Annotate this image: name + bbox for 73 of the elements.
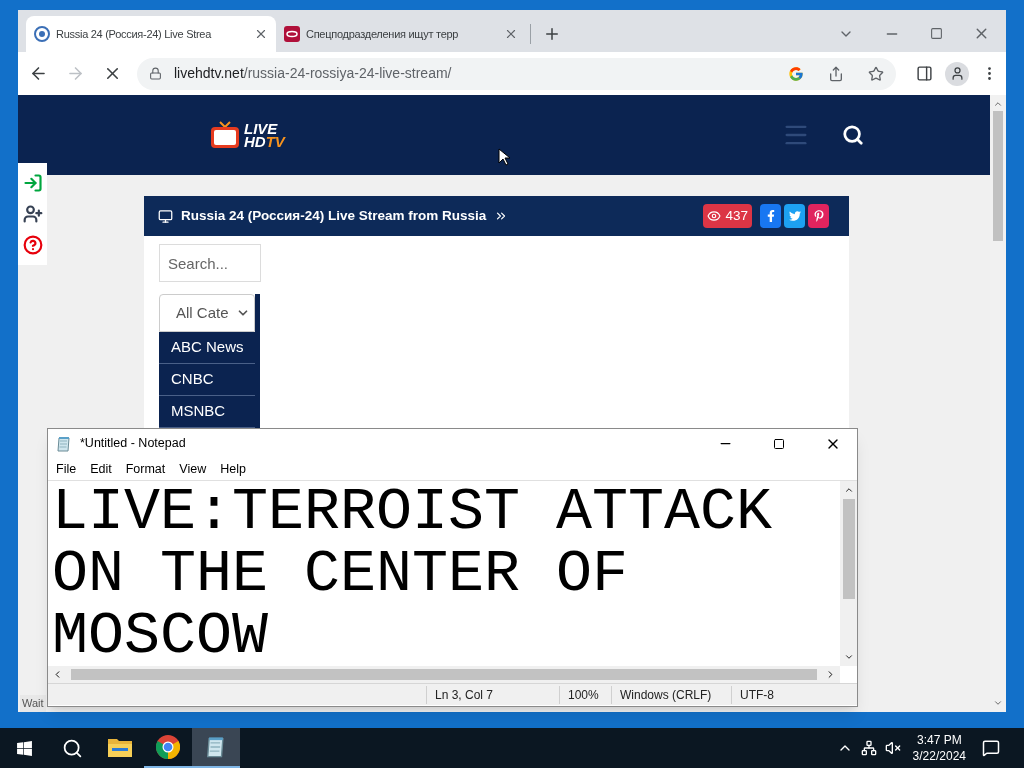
page-title: Russia 24 (Россия-24) Live Stream from Russia xyxy=(181,206,487,225)
status-field: Ln 3, Col 7 xyxy=(426,685,559,704)
view-count: 437 xyxy=(703,204,752,228)
scroll-thumb[interactable] xyxy=(71,669,817,680)
site-logo[interactable]: LIVE HDTV xyxy=(210,120,285,150)
notification-icon[interactable] xyxy=(982,739,1000,757)
clock[interactable]: 3:47 PM 3/22/2024 xyxy=(912,732,966,764)
status-field: 100% xyxy=(559,685,611,704)
network-icon[interactable] xyxy=(860,740,877,756)
scroll-down-icon[interactable] xyxy=(993,698,1003,708)
mouse-pointer-icon xyxy=(498,148,510,166)
taskbar-app[interactable] xyxy=(192,728,240,768)
scroll-up-icon[interactable] xyxy=(993,99,1003,109)
search-icon xyxy=(61,737,83,759)
category-dropdown[interactable]: All Cate xyxy=(159,294,255,332)
scroll-up-icon[interactable] xyxy=(843,485,854,495)
logo-text: HDTV xyxy=(244,135,285,148)
tab-title: Russia 24 (Россия-24) Live Strea xyxy=(56,26,213,42)
menu-item[interactable]: Edit xyxy=(90,459,112,479)
volume-muted-icon[interactable] xyxy=(884,740,901,756)
menu-item[interactable]: View xyxy=(179,459,207,479)
search-field[interactable]: Search... xyxy=(159,244,261,282)
notepad-icon xyxy=(56,435,72,452)
browser-tab[interactable]: Спецподразделения ищут терр xyxy=(276,16,526,52)
url-text: livehdtv.net/russia-24-rossiya-24-live-stream/ xyxy=(174,64,452,83)
news-site-icon xyxy=(284,26,300,42)
login-icon[interactable] xyxy=(22,172,43,193)
side-panel-icon[interactable] xyxy=(916,65,933,82)
share-button[interactable] xyxy=(784,204,805,228)
eye-icon xyxy=(707,209,722,223)
scroll-down-icon[interactable] xyxy=(843,652,854,662)
help-icon[interactable] xyxy=(22,235,43,256)
back-icon[interactable] xyxy=(29,64,48,83)
site-icon xyxy=(34,26,50,42)
maximize-icon[interactable] xyxy=(773,437,785,450)
window-title: *Untitled - Notepad xyxy=(80,435,187,453)
status-field: UTF-8 xyxy=(731,685,831,704)
document-text: LIVE:TERROIST ATTACK ON THE CENTER OF MOSCOW xyxy=(51,481,774,666)
folder-icon xyxy=(108,737,132,757)
browser-tab[interactable]: Russia 24 (Россия-24) Live Strea xyxy=(26,16,276,52)
search-icon[interactable] xyxy=(842,124,864,146)
address-bar[interactable]: livehdtv.net/russia-24-rossiya-24-live-stream/ xyxy=(137,57,896,90)
status-field: Windows (CRLF) xyxy=(611,685,731,704)
status-text: Wait xyxy=(20,695,46,712)
google-icon[interactable] xyxy=(788,65,804,82)
add-user-icon[interactable] xyxy=(22,204,43,224)
share-button[interactable] xyxy=(808,204,829,228)
channel-link[interactable]: CNBC xyxy=(159,364,255,396)
channel-link[interactable]: MSNBC xyxy=(159,396,255,428)
profile-avatar[interactable] xyxy=(945,61,969,86)
monitor-icon xyxy=(158,208,173,224)
date-text: 3/22/2024 xyxy=(912,748,966,764)
pinterest-icon xyxy=(812,210,825,222)
logo-text: LIVE xyxy=(244,122,279,135)
chrome-icon xyxy=(156,735,180,759)
share-button[interactable] xyxy=(760,204,781,228)
time-text: 3:47 PM xyxy=(916,732,962,748)
menu-item[interactable]: Help xyxy=(220,459,246,479)
tv-icon xyxy=(210,120,240,150)
menu-item[interactable]: File xyxy=(56,459,77,479)
notepad-icon xyxy=(205,736,227,758)
lock-icon xyxy=(149,67,162,80)
menu-item[interactable]: Format xyxy=(125,459,166,479)
new-tab-icon[interactable] xyxy=(543,25,561,43)
channel-link[interactable]: ABC News xyxy=(159,332,255,364)
windows-icon xyxy=(15,739,33,757)
scroll-thumb[interactable] xyxy=(842,499,855,599)
share-icon[interactable] xyxy=(828,65,844,82)
twitter-icon xyxy=(788,210,801,222)
close-icon[interactable] xyxy=(254,27,268,41)
scroll-thumb[interactable] xyxy=(993,111,1003,241)
bookmark-star-icon[interactable] xyxy=(868,65,884,82)
tab-title: Спецподразделения ищут терр xyxy=(306,26,460,42)
